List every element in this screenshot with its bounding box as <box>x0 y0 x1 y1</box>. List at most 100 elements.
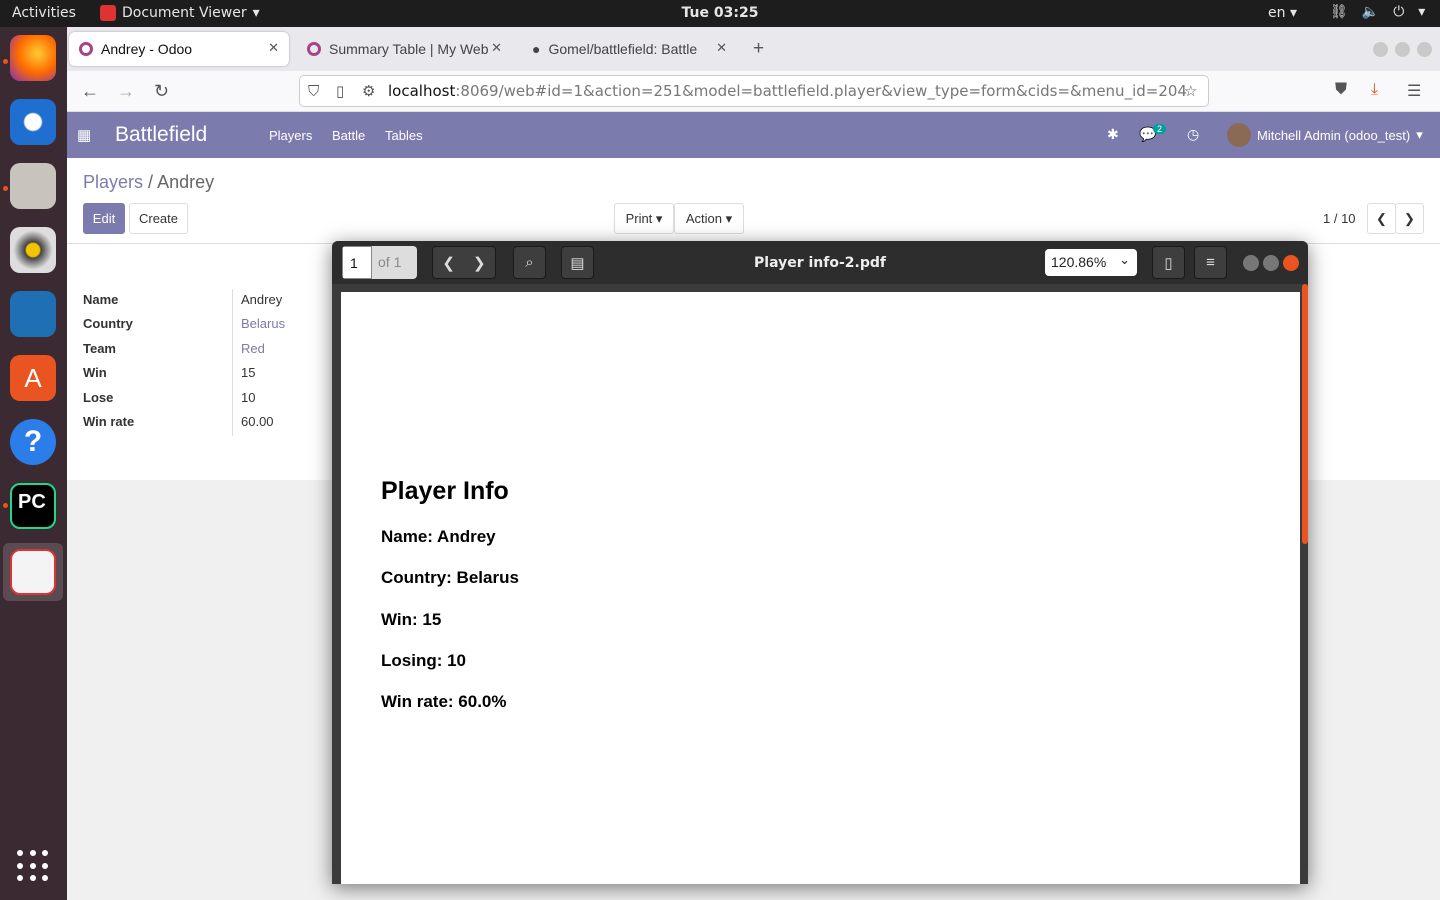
activity-clock-icon[interactable]: ◷ <box>1187 126 1199 143</box>
field-label: Team <box>83 341 116 356</box>
app-center-icon[interactable]: A <box>10 355 56 401</box>
pycharm-icon[interactable]: PC <box>10 483 56 529</box>
caret-down-icon: ▾ <box>1416 127 1423 142</box>
power-icon: ⏻ <box>1393 4 1405 20</box>
permissions-icon[interactable]: ⚙ <box>362 82 375 100</box>
document-viewer-window: 1 of 1 ❮ ❯ ⌕ ▤ Player info-2.pdf 120.86%… <box>332 241 1308 884</box>
field-label: Lose <box>83 390 114 405</box>
field-value: 60.00 <box>241 414 274 429</box>
control-panel: Players / Andrey Edit Create Print ▾ Act… <box>67 158 1440 244</box>
github-favicon-icon: ● <box>532 41 541 57</box>
language-label: en <box>1268 5 1286 21</box>
document-viewer-dock-icon[interactable] <box>10 549 56 595</box>
minimize-window-icon[interactable] <box>1373 42 1388 57</box>
pager-value[interactable]: 1 / 10 <box>1323 211 1356 226</box>
ubuntu-dock: A ? PC <box>0 27 67 900</box>
forward-icon[interactable]: → <box>117 81 135 102</box>
running-indicator <box>3 503 8 508</box>
create-button[interactable]: Create <box>129 203 188 234</box>
rhythmbox-icon[interactable] <box>10 227 56 273</box>
zoom-select[interactable]: 120.86% ⌄ <box>1045 249 1137 276</box>
system-tray[interactable]: ⛓ 🔈 ⏻ ▾ <box>1330 4 1425 20</box>
edit-button[interactable]: Edit <box>83 203 125 234</box>
breadcrumb-players[interactable]: Players <box>83 172 143 192</box>
bookmark-star-icon[interactable]: ☆ <box>1184 82 1197 100</box>
field-value-link[interactable]: Belarus <box>241 316 285 331</box>
firefox-icon[interactable] <box>10 35 56 81</box>
field-label: Win <box>83 365 107 380</box>
minimize-icon[interactable] <box>1243 255 1259 271</box>
page-search-icon: ▯ <box>1164 254 1173 272</box>
app-brand[interactable]: Battlefield <box>115 123 207 147</box>
close-tab-icon[interactable]: ✕ <box>491 40 502 56</box>
doc-line-losing: Losing: 10 <box>381 651 467 670</box>
breadcrumb-separator: / <box>148 172 154 192</box>
field-value: 10 <box>241 390 256 405</box>
menu-battle[interactable]: Battle <box>332 128 365 143</box>
odoo-main-navbar: ▦ Battlefield Players Battle Tables ✱ 💬 … <box>67 112 1440 158</box>
pager-next-button[interactable]: ❯ <box>1395 203 1424 234</box>
close-tab-icon[interactable]: ✕ <box>716 40 727 56</box>
reload-icon[interactable]: ↻ <box>154 81 169 102</box>
user-name: Mitchell Admin (odoo_test) <box>1257 127 1411 143</box>
debug-bug-icon[interactable]: ✱ <box>1107 126 1119 143</box>
tab-github-battlefield[interactable]: ● Gomel/battlefield: Battle ✕ <box>522 32 737 66</box>
running-indicator <box>3 59 8 64</box>
print-dropdown[interactable]: Print ▾ <box>614 203 674 234</box>
scrollbar[interactable] <box>1302 284 1308 544</box>
close-icon[interactable] <box>1283 255 1299 271</box>
pager-previous-button[interactable]: ❮ <box>1367 203 1396 234</box>
hamburger-menu-button[interactable]: ≡ <box>1194 246 1227 279</box>
shield-icon[interactable]: ⛉ <box>308 82 319 100</box>
field-label: Win rate <box>83 414 135 429</box>
pocket-icon[interactable]: ⛊ <box>1335 81 1347 99</box>
libreoffice-writer-icon[interactable] <box>10 291 56 337</box>
menu-icon: ≡ <box>1206 254 1215 271</box>
url-host: localhost <box>388 82 456 100</box>
language-indicator[interactable]: en ▾ <box>1268 5 1297 21</box>
field-label: Country <box>83 316 133 331</box>
menu-icon[interactable]: ☰ <box>1407 81 1421 101</box>
back-icon[interactable]: ← <box>81 81 99 102</box>
maximize-icon[interactable] <box>1263 255 1279 271</box>
odoo-favicon-icon <box>79 42 93 56</box>
menu-players[interactable]: Players <box>269 128 312 143</box>
breadcrumb-current: Andrey <box>157 172 215 192</box>
viewer-header-bar: 1 of 1 ❮ ❯ ⌕ ▤ Player info-2.pdf 120.86%… <box>332 241 1308 284</box>
field-value: 15 <box>241 365 256 380</box>
tab-title: Summary Table | My Web <box>329 41 489 57</box>
chevron-down-icon: ⌄ <box>1119 252 1130 267</box>
page-view-button[interactable]: ▯ <box>1152 246 1185 279</box>
doc-heading: Player Info <box>381 477 509 505</box>
tab-andrey-odoo[interactable]: Andrey - Odoo ✕ <box>69 32 289 66</box>
field-value-link[interactable]: Red <box>241 341 265 356</box>
page-icon: ▯ <box>336 82 345 100</box>
maximize-window-icon[interactable] <box>1395 42 1410 57</box>
action-dropdown[interactable]: Action ▾ <box>674 203 744 234</box>
chat-count-badge: 2 <box>1153 124 1167 134</box>
menu-tables[interactable]: Tables <box>385 128 423 143</box>
running-indicator <box>3 186 8 191</box>
new-tab-icon[interactable]: + <box>753 38 764 60</box>
clock[interactable]: Tue 03:25 <box>0 5 1440 21</box>
network-icon: ⛓ <box>1330 4 1348 20</box>
help-icon[interactable]: ? <box>10 419 56 465</box>
doc-line-name: Name: Andrey <box>381 527 496 546</box>
doc-line-win-rate: Win rate: 60.0% <box>381 692 507 711</box>
thunderbird-icon[interactable] <box>10 99 56 145</box>
address-bar[interactable]: ⛉ ▯ ⚙ localhost:8069/web#id=1&action=251… <box>299 75 1209 107</box>
tab-summary-table[interactable]: Summary Table | My Web ✕ <box>297 32 512 66</box>
tab-title: Andrey - Odoo <box>101 41 193 57</box>
user-menu[interactable]: Mitchell Admin (odoo_test) ▾ <box>1227 123 1423 147</box>
doc-line-win: Win: 15 <box>381 610 442 629</box>
zoom-value: 120.86% <box>1051 254 1107 270</box>
pdf-page: Player Info Name: Andrey Country: Belaru… <box>341 292 1300 884</box>
close-window-icon[interactable] <box>1417 42 1432 57</box>
odoo-favicon-icon <box>307 42 321 56</box>
show-applications-icon[interactable] <box>17 850 50 883</box>
apps-grid-icon[interactable]: ▦ <box>77 126 91 144</box>
action-label: Action <box>685 211 722 226</box>
close-tab-icon[interactable]: ✕ <box>268 40 279 56</box>
downloads-icon[interactable]: ⤓ <box>1371 81 1378 99</box>
files-icon[interactable] <box>10 163 56 209</box>
